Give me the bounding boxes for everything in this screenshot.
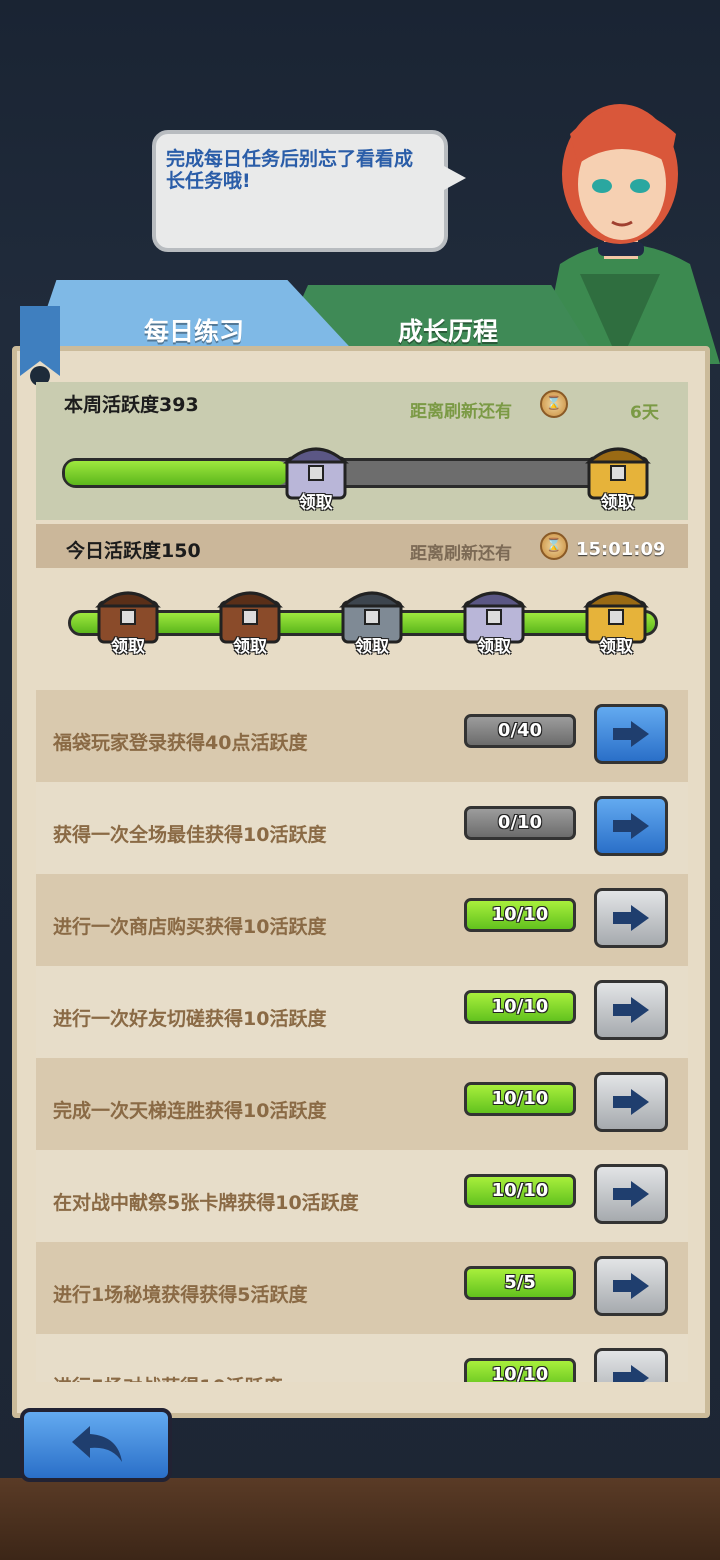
task-description: 进行一次商店购买获得10活跃度	[53, 916, 327, 938]
hourglass-icon: ⌛	[540, 390, 568, 418]
daily-refresh-time: 15:01:09	[576, 539, 666, 560]
task-row: 获得一次全场最佳获得10活跃度 0/10	[36, 782, 688, 874]
ribbon-icon	[20, 306, 60, 386]
task-description: 进行一次好友切磋获得10活跃度	[53, 1008, 327, 1030]
task-description: 在对战中献祭5张卡牌获得10活跃度	[53, 1192, 359, 1214]
task-description: 福袋玩家登录获得40点活跃度	[53, 732, 308, 754]
task-go-button[interactable]	[594, 1348, 668, 1382]
back-arrow-icon	[72, 1426, 122, 1462]
speech-bubble: 完成每日任务后别忘了看看成长任务哦!	[152, 130, 466, 252]
arrow-right-icon	[613, 1365, 649, 1382]
task-description: 完成一次天梯连胜获得10活跃度	[53, 1100, 327, 1122]
task-row: 在对战中献祭5张卡牌获得10活跃度 10/10	[36, 1150, 688, 1242]
weekly-chest-claim-label: 领取	[298, 493, 333, 513]
task-row: 进行1场秘境获得获得5活跃度 5/5	[36, 1242, 688, 1334]
task-progress: 10/10	[464, 898, 576, 932]
task-progress: 10/10	[464, 1358, 576, 1382]
task-list[interactable]: 福袋玩家登录获得40点活跃度 0/40 获得一次全场最佳获得10活跃度 0/10 进行一…	[36, 690, 688, 1382]
task-description: 获得一次全场最佳获得10活跃度	[53, 824, 327, 846]
daily-activity-label: 今日活跃度150	[66, 540, 201, 562]
speech-bubble-text: 完成每日任务后别忘了看看成长任务哦!	[166, 148, 414, 192]
back-button[interactable]	[20, 1408, 172, 1482]
task-go-button[interactable]	[594, 888, 668, 948]
task-description: 进行5场对战获得10活跃度	[53, 1372, 283, 1382]
hourglass-icon: ⌛	[540, 532, 568, 560]
arrow-right-icon	[613, 1181, 649, 1207]
daily-chest-claim-label: 领取	[233, 637, 267, 657]
arrow-right-icon	[613, 997, 649, 1023]
task-progress: 10/10	[464, 1082, 576, 1116]
weekly-chest-claim-label: 领取	[600, 493, 635, 513]
daily-chest-claim-label: 领取	[477, 637, 511, 657]
arrow-right-icon	[613, 721, 649, 747]
task-go-button[interactable]	[594, 704, 668, 764]
daily-chest-claim-label: 领取	[111, 637, 145, 657]
daily-refresh-label: 距离刷新还有	[410, 544, 512, 564]
task-go-button[interactable]	[594, 1256, 668, 1316]
weekly-progress-fill	[65, 461, 289, 485]
task-row: 进行一次好友切磋获得10活跃度 10/10	[36, 966, 688, 1058]
task-progress: 0/40	[464, 714, 576, 748]
weekly-activity-label: 本周活跃度393	[64, 394, 199, 416]
task-description: 进行1场秘境获得获得5活跃度	[53, 1284, 308, 1306]
arrow-right-icon	[613, 1273, 649, 1299]
task-row: 完成一次天梯连胜获得10活跃度 10/10	[36, 1058, 688, 1150]
task-row: 福袋玩家登录获得40点活跃度 0/40	[36, 690, 688, 782]
arrow-right-icon	[613, 1089, 649, 1115]
arrow-right-icon	[613, 905, 649, 931]
tab-growth-label: 成长历程	[398, 317, 499, 346]
task-go-button[interactable]	[594, 980, 668, 1040]
task-progress: 10/10	[464, 1174, 576, 1208]
daily-chest-claim-label: 领取	[355, 637, 389, 657]
task-row: 进行5场对战获得10活跃度 10/10	[36, 1334, 688, 1382]
task-progress: 5/5	[464, 1266, 576, 1300]
weekly-refresh-label: 距离刷新还有	[410, 402, 512, 422]
task-go-button[interactable]	[594, 796, 668, 856]
floor-background	[0, 1478, 720, 1560]
task-go-button[interactable]	[594, 1072, 668, 1132]
tab-daily-label: 每日练习	[144, 317, 245, 346]
task-go-button[interactable]	[594, 1164, 668, 1224]
arrow-right-icon	[613, 813, 649, 839]
task-row: 进行一次商店购买获得10活跃度 10/10	[36, 874, 688, 966]
task-progress: 0/10	[464, 806, 576, 840]
daily-chest-claim-label: 领取	[599, 637, 633, 657]
weekly-refresh-time: 6天	[630, 403, 659, 423]
task-progress: 10/10	[464, 990, 576, 1024]
